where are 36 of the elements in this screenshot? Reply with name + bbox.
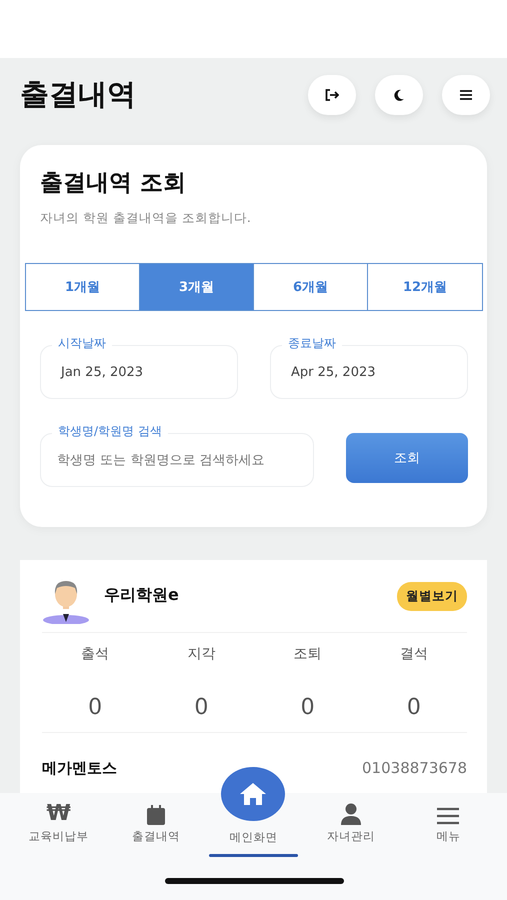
stat-value: 0	[300, 695, 316, 720]
monthly-view-button[interactable]: 월별보기	[397, 582, 467, 611]
home-icon	[239, 782, 268, 806]
info-label: 메가멘토스	[42, 759, 117, 778]
stat-label: 지각	[186, 645, 216, 663]
field-label: 학생명/학원명 검색	[52, 423, 168, 440]
stat-value: 0	[406, 695, 422, 720]
logout-button[interactable]	[308, 75, 356, 115]
nav-item[interactable]: ₩ 교육비납부	[10, 793, 108, 851]
card-title: 출결내역 조회	[40, 169, 188, 198]
period-tab[interactable]: 3개월	[140, 264, 254, 310]
person-icon	[340, 803, 361, 825]
menu-icon	[437, 807, 460, 825]
logout-icon	[325, 89, 339, 101]
nav-item[interactable]: 메뉴	[400, 793, 497, 851]
field-label: 종료날짜	[282, 335, 342, 352]
stat-value: 0	[87, 695, 104, 720]
menu-button[interactable]	[442, 75, 490, 115]
search-button[interactable]: 조회	[346, 433, 468, 483]
stat-label: 출석	[80, 645, 110, 663]
menu-icon	[459, 89, 473, 101]
page-title: 출결내역	[20, 76, 136, 113]
won-icon: ₩	[46, 803, 71, 825]
dark-mode-button[interactable]	[375, 75, 423, 115]
moon-icon	[393, 89, 405, 101]
card-subtitle: 자녀의 학원 출결내역을 조회합니다.	[40, 210, 252, 227]
nav-item[interactable]: 자녀관리	[302, 793, 400, 851]
nav-item[interactable]: 메인화면	[204, 767, 302, 857]
nav-item[interactable]: 출결내역	[107, 793, 205, 851]
calendar-icon	[146, 805, 166, 825]
stat-label: 조퇴	[292, 645, 323, 663]
stat-label: 결석	[398, 645, 429, 663]
phone-number: 01038873678	[362, 759, 467, 778]
field-label: 시작날짜	[52, 335, 112, 352]
stat-value: 0	[193, 695, 210, 720]
academy-name: 우리학원e	[104, 585, 180, 606]
